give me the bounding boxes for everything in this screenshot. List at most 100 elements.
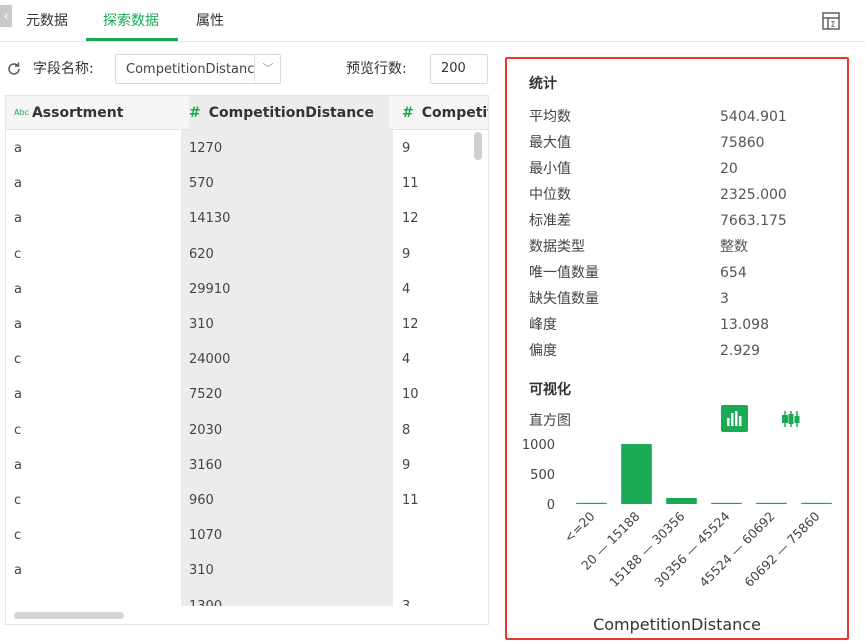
tab-properties[interactable]: 属性 bbox=[196, 0, 224, 42]
cell-competiti: 9 bbox=[402, 141, 411, 156]
stat-label: 唯一值数量 bbox=[529, 265, 599, 281]
stat-value: 5404.901 bbox=[720, 109, 787, 125]
stat-value: 13.098 bbox=[720, 317, 769, 333]
preview-rows-label: 预览行数: bbox=[346, 61, 407, 77]
vertical-scrollbar[interactable] bbox=[474, 132, 482, 160]
x-tick-label: <=20 bbox=[561, 508, 598, 545]
table-row[interactable]: a 29910 4 bbox=[6, 272, 488, 307]
table-row[interactable]: a 570 11 bbox=[6, 166, 488, 201]
x-axis-label: CompetitionDistance bbox=[593, 615, 761, 634]
cell-assortment: a bbox=[14, 141, 22, 156]
data-preview-table: Abc Assortment # CompetitionDistance # Comp… bbox=[5, 95, 489, 625]
stats-section-title: 统计 bbox=[529, 76, 557, 92]
chevron-down-icon[interactable]: ﹀ bbox=[260, 59, 276, 79]
table-row[interactable]: c 1070 bbox=[6, 518, 488, 553]
table-row[interactable]: c 620 9 bbox=[6, 237, 488, 272]
histogram-bar bbox=[666, 498, 697, 504]
cell-competitiondistance: 3160 bbox=[189, 457, 223, 473]
histogram-bar bbox=[711, 502, 742, 504]
cell-assortment: a bbox=[14, 457, 22, 473]
cell-competiti: 9 bbox=[402, 457, 411, 473]
table-row[interactable]: a 310 12 bbox=[6, 307, 488, 342]
cell-assortment: a bbox=[14, 211, 22, 227]
column-header-competiti[interactable]: # Competiti bbox=[402, 96, 488, 130]
stat-value: 3 bbox=[720, 291, 729, 307]
collapse-left-icon[interactable]: ‹ bbox=[0, 5, 12, 27]
column-name: Competiti bbox=[421, 105, 488, 121]
cell-assortment: c bbox=[14, 352, 22, 368]
cell-competiti: 12 bbox=[402, 317, 419, 332]
cell-competiti: 9 bbox=[402, 246, 411, 262]
field-name-select[interactable]: CompetitionDistance ﹀ bbox=[115, 54, 281, 84]
column-header-assortment[interactable]: Abc Assortment bbox=[14, 96, 179, 130]
histogram-bar bbox=[801, 502, 832, 504]
cell-competitiondistance: 1270 bbox=[189, 141, 223, 156]
cell-assortment: a bbox=[14, 563, 22, 579]
y-tick-label: 500 bbox=[530, 468, 555, 483]
boxplot-icon[interactable] bbox=[780, 408, 802, 430]
cell-competitiondistance: 960 bbox=[189, 493, 214, 508]
histogram-bar bbox=[756, 502, 787, 504]
y-tick-label: 0 bbox=[547, 498, 555, 513]
table-row[interactable]: a 310 bbox=[6, 553, 488, 588]
table-row[interactable]: a 7520 10 bbox=[6, 377, 488, 412]
stat-value: 2.929 bbox=[720, 343, 761, 359]
table-row[interactable]: a 14130 12 bbox=[6, 201, 488, 236]
stat-label: 偏度 bbox=[529, 343, 557, 359]
cell-competitiondistance: 620 bbox=[189, 246, 214, 262]
stat-value: 654 bbox=[720, 265, 747, 281]
preview-rows-input[interactable]: 200 bbox=[430, 54, 488, 84]
cell-assortment: a bbox=[14, 176, 22, 192]
cell-assortment: c bbox=[14, 422, 22, 438]
histogram-bar bbox=[621, 444, 652, 504]
stat-label: 最大值 bbox=[529, 135, 571, 151]
table-row[interactable]: c 960 11 bbox=[6, 483, 488, 518]
cell-assortment: c bbox=[14, 528, 22, 544]
cell-competitiondistance: 310 bbox=[189, 317, 214, 332]
histogram-label: 直方图 bbox=[529, 413, 571, 429]
stat-value: 75860 bbox=[720, 135, 765, 151]
cell-competiti: 11 bbox=[402, 493, 419, 508]
stat-value: 20 bbox=[720, 161, 738, 177]
cell-competiti: 4 bbox=[402, 352, 411, 368]
stat-label: 数据类型 bbox=[529, 239, 585, 255]
cell-competitiondistance: 24000 bbox=[189, 352, 231, 368]
y-tick-label: 1000 bbox=[522, 438, 555, 453]
table-row[interactable]: a 1270 9 bbox=[6, 131, 488, 166]
histogram-toggle-button[interactable] bbox=[721, 405, 748, 432]
cell-competitiondistance: 1070 bbox=[189, 528, 223, 544]
field-name-label: 字段名称: bbox=[33, 61, 94, 77]
table-row[interactable]: a 3160 9 bbox=[6, 448, 488, 483]
cell-competiti: 11 bbox=[402, 176, 419, 192]
cell-competitiondistance: 310 bbox=[189, 563, 214, 579]
cell-competitiondistance: 570 bbox=[189, 176, 214, 192]
stat-value: 整数 bbox=[720, 239, 748, 255]
refresh-icon[interactable] bbox=[6, 61, 22, 77]
stat-label: 峰度 bbox=[529, 317, 557, 333]
histogram-chart: 05001000<=2020 — 1518815188 — 3035630356… bbox=[522, 438, 832, 634]
tab-explore-data[interactable]: 探索数据 bbox=[103, 0, 159, 42]
numeric-type-icon: # bbox=[189, 105, 201, 121]
table-row[interactable]: c 2030 8 bbox=[6, 413, 488, 448]
stat-label: 标准差 bbox=[529, 213, 571, 229]
cell-assortment: a bbox=[14, 387, 22, 403]
column-header-competitiondistance[interactable]: # CompetitionDistance bbox=[189, 96, 389, 130]
field-name-value: CompetitionDistance bbox=[126, 62, 254, 77]
cell-assortment: c bbox=[14, 246, 22, 262]
bar-chart-icon bbox=[727, 411, 742, 426]
cell-competitiondistance: 29910 bbox=[189, 281, 231, 297]
active-tab-indicator bbox=[86, 38, 178, 41]
horizontal-scrollbar[interactable] bbox=[14, 612, 124, 619]
stat-label: 平均数 bbox=[529, 109, 571, 125]
statistics-panel-icon[interactable]: Σ bbox=[821, 11, 841, 31]
stat-value: 2325.000 bbox=[720, 187, 787, 203]
histogram-bar bbox=[576, 502, 607, 504]
tab-metadata[interactable]: 元数据 bbox=[26, 0, 68, 42]
cell-assortment: a bbox=[14, 281, 22, 297]
cell-competiti: 12 bbox=[402, 211, 419, 227]
text-type-icon: Abc bbox=[14, 108, 29, 117]
table-row[interactable]: c 24000 4 bbox=[6, 342, 488, 377]
cell-competiti: 8 bbox=[402, 422, 411, 438]
cell-assortment: c bbox=[14, 493, 22, 508]
cell-competitiondistance: 7520 bbox=[189, 387, 223, 403]
